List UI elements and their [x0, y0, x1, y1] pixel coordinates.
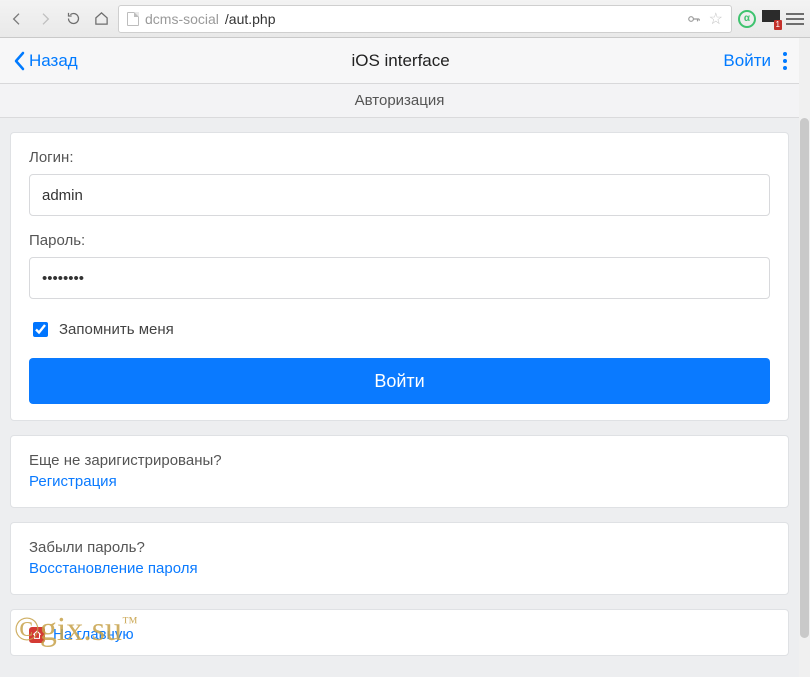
password-input[interactable]: [29, 257, 770, 299]
reload-button[interactable]: [62, 8, 84, 30]
nav-forward-button[interactable]: [34, 8, 56, 30]
register-link[interactable]: Регистрация: [29, 473, 117, 490]
header-login-link[interactable]: Войти: [723, 51, 771, 71]
ios-header: Назад iOS interface Войти: [0, 38, 799, 84]
ios-back-label: Назад: [29, 51, 78, 71]
page-title: iOS interface: [351, 51, 449, 71]
login-input[interactable]: [29, 174, 770, 216]
extension-badge-icon[interactable]: 1: [762, 10, 780, 28]
submit-button[interactable]: Войти: [29, 358, 770, 404]
page: Назад iOS interface Войти Авторизация Ло…: [0, 38, 810, 677]
bookmark-star-icon[interactable]: ☆: [709, 9, 723, 29]
nav-back-button[interactable]: [6, 8, 28, 30]
scrollbar-thumb[interactable]: [800, 118, 809, 638]
forgot-link[interactable]: Восстановление пароля: [29, 560, 198, 577]
browser-toolbar: dcms-social/aut.php ☆ α 1: [0, 0, 810, 38]
home-card: На главную: [10, 609, 789, 656]
browser-menu-button[interactable]: [786, 13, 804, 25]
home-link-label: На главную: [53, 626, 134, 643]
login-form-card: Логин: Пароль: Запомнить меня Войти: [10, 132, 789, 421]
remember-me-checkbox[interactable]: [33, 322, 48, 337]
remember-me-label: Запомнить меня: [59, 321, 174, 338]
login-label: Логин:: [29, 149, 770, 166]
register-card: Еще не заригистрированы? Регистрация: [10, 435, 789, 508]
home-button[interactable]: [90, 8, 112, 30]
ios-back-button[interactable]: Назад: [12, 51, 78, 71]
register-prompt: Еще не заригистрированы?: [29, 452, 770, 469]
forgot-card: Забыли пароль? Восстановление пароля: [10, 522, 789, 595]
password-key-icon[interactable]: [687, 12, 701, 26]
forgot-prompt: Забыли пароль?: [29, 539, 770, 556]
extension-green-icon[interactable]: α: [738, 10, 756, 28]
subheader-title: Авторизация: [355, 92, 445, 109]
url-host: dcms-social: [145, 11, 219, 27]
address-bar[interactable]: dcms-social/aut.php ☆: [118, 5, 732, 33]
header-more-button[interactable]: [783, 52, 787, 70]
url-path: /aut.php: [225, 11, 276, 27]
extension-badge-count: 1: [774, 20, 782, 30]
subheader: Авторизация: [0, 84, 799, 118]
page-icon: [127, 12, 139, 26]
remember-me-row[interactable]: Запомнить меня: [29, 319, 770, 340]
home-link[interactable]: На главную: [29, 626, 770, 643]
home-icon: [29, 627, 45, 643]
password-label: Пароль:: [29, 232, 770, 249]
